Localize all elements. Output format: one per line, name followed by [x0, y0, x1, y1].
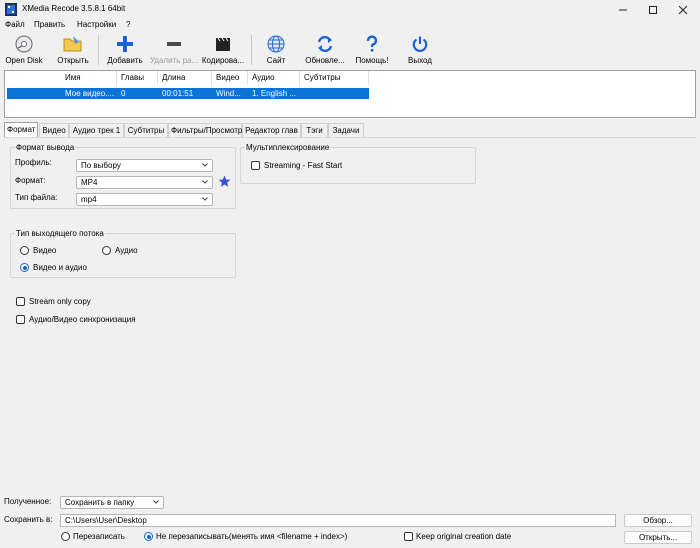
received-label: Полученное:	[4, 497, 52, 506]
save-to-label: Сохранить в:	[4, 515, 53, 524]
cell-name: Мое видео....	[65, 89, 115, 98]
toolbar-separator	[98, 35, 99, 65]
cell-audio: 1. English ...	[252, 89, 297, 98]
audio-radio-label: Аудио	[115, 246, 138, 255]
audio-radio[interactable]	[102, 246, 111, 255]
minimize-button[interactable]	[608, 0, 638, 19]
filetype-label: Тип файла:	[15, 193, 58, 202]
clapper-icon	[212, 33, 234, 55]
overwrite-label: Перезаписать	[73, 532, 125, 541]
column-header-video[interactable]: Видео	[212, 71, 248, 85]
chevron-down-icon	[202, 163, 208, 167]
minus-icon	[163, 33, 185, 55]
question-icon	[361, 33, 383, 55]
minimize-icon	[619, 9, 627, 10]
disc-icon	[13, 33, 35, 55]
streaming-fast-start-checkbox[interactable]	[251, 161, 260, 170]
star-favorite-icon[interactable]	[218, 175, 231, 188]
output-destination-select[interactable]: Сохранить в папку	[60, 496, 164, 509]
app-logo-icon	[5, 3, 17, 16]
chevron-down-icon	[153, 500, 159, 504]
filetype-select[interactable]: mp4	[76, 193, 213, 206]
overwrite-radio[interactable]	[61, 532, 70, 541]
save-path-input[interactable]: C:\Users\User\Desktop	[60, 514, 616, 527]
file-list[interactable]: Имя Главы Длина Видео Аудио Субтитры Мое…	[4, 70, 696, 118]
plus-icon	[114, 33, 136, 55]
open-disk-button[interactable]: Open Disk	[4, 33, 44, 67]
keep-creation-date-label: Keep original creation date	[416, 532, 512, 541]
cell-subtitles	[300, 88, 369, 99]
tab-chapter-editor[interactable]: Редактор глав	[242, 123, 301, 137]
power-icon	[409, 33, 431, 55]
format-tab-panel: Формат вывода Профиль: По выбору Формат:…	[4, 137, 696, 493]
format-label: Формат:	[15, 176, 46, 185]
close-button[interactable]	[668, 0, 698, 19]
menu-bar: Файл Править Настройки ?	[0, 19, 700, 32]
cell-chapters: 0	[121, 89, 126, 98]
refresh-icon	[314, 33, 336, 55]
chevron-down-icon	[202, 180, 208, 184]
open-button[interactable]: Открыть	[54, 33, 92, 67]
close-icon	[678, 5, 688, 14]
globe-icon	[265, 33, 287, 55]
column-header-name[interactable]: Имя	[61, 71, 117, 85]
profile-label: Профиль:	[15, 158, 52, 167]
chevron-down-icon	[202, 197, 208, 201]
exit-button[interactable]: Выход	[403, 33, 437, 67]
add-button[interactable]: Добавить	[105, 33, 145, 67]
streaming-fast-start-label: Streaming - Fast Start	[264, 161, 343, 170]
video-audio-radio[interactable]	[20, 263, 29, 272]
format-select[interactable]: MP4	[76, 176, 213, 189]
av-sync-checkbox[interactable]	[16, 315, 25, 324]
output-stream-type-group: Тип выходящего потока Видео Аудио Видео …	[10, 229, 236, 278]
output-stream-type-title: Тип выходящего потока	[15, 229, 105, 238]
cell-length: 00:01:51	[162, 89, 194, 98]
column-header-audio[interactable]: Аудио	[248, 71, 300, 85]
help-button[interactable]: Помощь!	[352, 33, 392, 67]
maximize-icon	[649, 5, 657, 14]
open-folder-button[interactable]: Открыть...	[624, 531, 692, 544]
window-title: XMedia Recode 3.5.8.1 64bit	[22, 4, 126, 13]
no-overwrite-radio[interactable]	[144, 532, 153, 541]
stream-only-copy-checkbox[interactable]	[16, 297, 25, 306]
tab-subtitles[interactable]: Субтитры	[124, 123, 168, 137]
encode-button[interactable]: Кодирова...	[200, 33, 246, 67]
cell-video: Wind...	[216, 89, 241, 98]
column-header-chapters[interactable]: Главы	[117, 71, 158, 85]
tab-tasks[interactable]: Задачи	[328, 123, 364, 137]
menu-edit[interactable]: Править	[34, 20, 65, 29]
column-header-subtitles[interactable]: Субтитры	[300, 71, 369, 85]
video-radio-label: Видео	[33, 246, 57, 255]
column-header-length[interactable]: Длина	[158, 71, 212, 85]
tab-format[interactable]: Формат	[4, 122, 38, 137]
multiplexing-title: Мультиплексирование	[245, 143, 331, 152]
keep-creation-date-checkbox[interactable]	[404, 532, 413, 541]
toolbar: Open Disk Открыть Добавить Удалить ра...…	[0, 32, 700, 68]
browse-button[interactable]: Обзор...	[624, 514, 692, 527]
multiplexing-group: Мультиплексирование Streaming - Fast Sta…	[240, 143, 476, 184]
tab-tags[interactable]: Тэги	[301, 123, 328, 137]
profile-select[interactable]: По выбору	[76, 159, 213, 172]
av-sync-label: Аудио/Видео синхронизация	[29, 315, 136, 324]
output-format-group: Формат вывода Профиль: По выбору Формат:…	[10, 143, 236, 209]
folder-open-icon	[62, 33, 84, 55]
video-audio-radio-label: Видео и аудио	[33, 263, 87, 272]
tab-video[interactable]: Видео	[39, 123, 69, 137]
maximize-button[interactable]	[638, 0, 668, 19]
update-button[interactable]: Обновле...	[302, 33, 348, 67]
tab-audio-track-1[interactable]: Аудио трек 1	[69, 123, 124, 137]
title-bar[interactable]: XMedia Recode 3.5.8.1 64bit	[0, 0, 700, 19]
remove-button[interactable]: Удалить ра...	[150, 33, 198, 67]
menu-settings[interactable]: Настройки	[77, 20, 116, 29]
menu-help[interactable]: ?	[126, 20, 130, 29]
site-button[interactable]: Сайт	[259, 33, 293, 67]
tab-filters-preview[interactable]: Фильтры/Просмотр	[168, 123, 242, 137]
no-overwrite-label: Не перезаписывать(менять имя <filename +…	[156, 532, 348, 541]
output-format-title: Формат вывода	[15, 143, 76, 152]
menu-file[interactable]: Файл	[5, 20, 25, 29]
video-radio[interactable]	[20, 246, 29, 255]
stream-only-copy-label: Stream only copy	[29, 297, 91, 306]
toolbar-separator	[251, 35, 252, 65]
